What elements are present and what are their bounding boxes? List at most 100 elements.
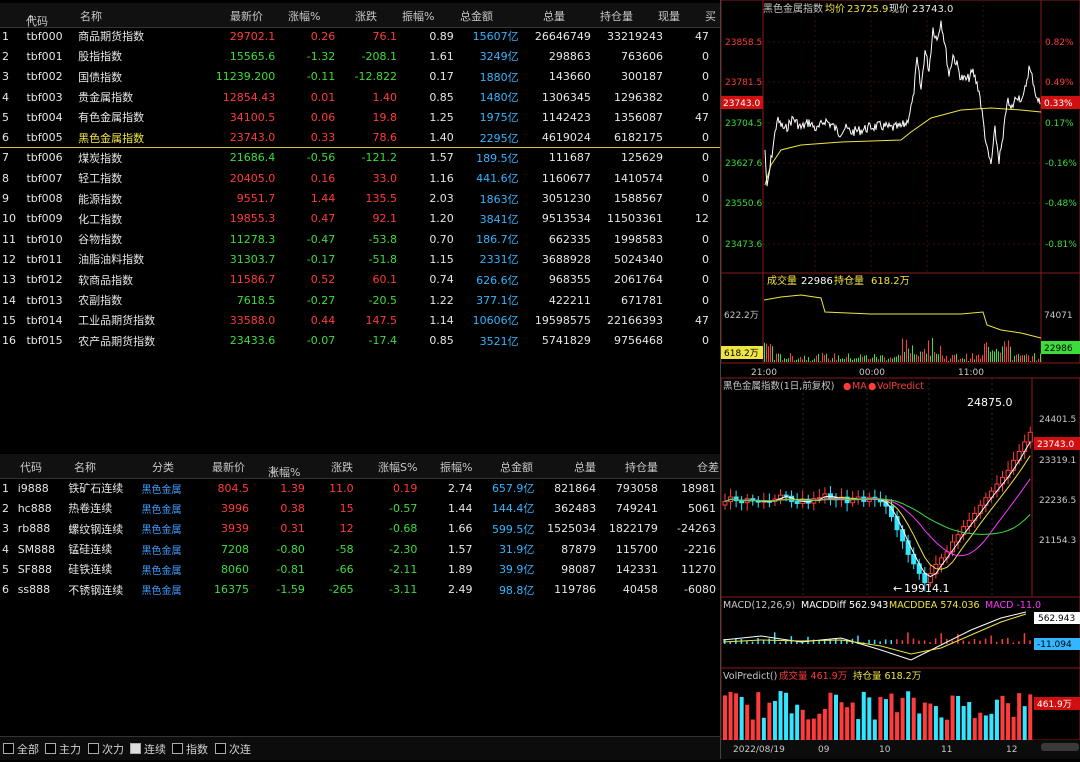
cell-chg-pct: 0.31 bbox=[280, 522, 305, 536]
table-row[interactable]: 12 tbf011 油脂油料指数 31303.7 -0.17 -51.8 1.15 2331亿… bbox=[0, 249, 720, 269]
candle-body bbox=[916, 563, 922, 574]
checkbox-continuous[interactable] bbox=[130, 743, 141, 754]
volume-bar bbox=[846, 356, 847, 362]
cell-oi: 749241 bbox=[615, 501, 658, 515]
col-header-vol[interactable]: 总量 bbox=[543, 8, 565, 24]
table-row[interactable]: 3 rb888 螺纹钢连续 黑色金属 3939 0.31 12 -0.68 1.66 599.5亿… bbox=[0, 519, 720, 539]
volpredict-bar bbox=[728, 691, 733, 740]
cell-oi: 40458 bbox=[622, 583, 658, 597]
volume-bar bbox=[932, 338, 933, 362]
checkbox-main[interactable] bbox=[45, 743, 56, 754]
volpredict-label[interactable]: VolPredict bbox=[877, 381, 924, 392]
volume-bar bbox=[778, 353, 779, 362]
table-row[interactable]: 4 tbf003 贵金属指数 12854.43 0.01 1.40 0.85 1480亿 130… bbox=[0, 87, 720, 107]
cell-chg: -58 bbox=[335, 542, 354, 556]
table-row[interactable]: 2 hc888 热卷连续 黑色金属 3996 0.38 15 -0.57 1.44 144.4亿 3… bbox=[0, 498, 720, 518]
cell-chg-pct: -0.47 bbox=[306, 232, 336, 246]
table-row[interactable]: 2 tbf001 股指指数 15565.6 -1.32 -208.1 1.61 3249亿 29… bbox=[0, 46, 720, 66]
col-header-oi-diff[interactable]: 仓差 bbox=[697, 459, 719, 475]
cell-chg-s: 0.19 bbox=[392, 481, 418, 495]
filter-index[interactable]: 指数 bbox=[172, 741, 208, 757]
col-header-amount[interactable]: 总金额 bbox=[460, 8, 493, 24]
table-row[interactable]: 5 tbf004 有色金属指数 34100.5 0.06 19.8 1.25 1975亿 114… bbox=[0, 107, 720, 127]
cell-chg-s: -3.11 bbox=[388, 583, 418, 597]
table-row[interactable]: 15 tbf014 工业品期货指数 33588.0 0.44 147.5 1.14 10606… bbox=[0, 310, 720, 330]
table-row[interactable]: 5 SF888 硅铁连续 黑色金属 8060 -0.81 -66 -2.11 1.89 39.9亿… bbox=[0, 559, 720, 579]
col-header-chg-pct[interactable]: 涨幅% bbox=[288, 8, 320, 24]
table-row[interactable]: 9 tbf008 能源指数 9551.7 1.44 135.5 2.03 1863亿 30512… bbox=[0, 188, 720, 208]
table-row[interactable]: 16 tbf015 农产品期货指数 23433.6 -0.07 -17.4 0.85 3521… bbox=[0, 330, 720, 350]
ma-label[interactable]: MA bbox=[852, 381, 867, 392]
intraday-pct-tick: -0.16% bbox=[1045, 159, 1077, 169]
cell-price: 3939 bbox=[220, 522, 249, 536]
cell-name: 股指指数 bbox=[78, 50, 123, 64]
col-header-cur[interactable]: 现量 bbox=[658, 8, 680, 24]
checkbox-next-continuous[interactable] bbox=[215, 743, 226, 754]
table-row[interactable]: 3 tbf002 国债指数 11239.200 -0.11 -12.822 0.17 1880… bbox=[0, 67, 720, 87]
row-number: 1 bbox=[2, 481, 9, 495]
table-row[interactable]: 11 tbf010 谷物指数 11278.3 -0.47 -53.8 0.70 186.7亿 6… bbox=[0, 229, 720, 249]
table-row[interactable]: 10 tbf009 化工指数 19855.3 0.47 92.1 1.20 3841亿 9513… bbox=[0, 209, 720, 229]
volume-bar bbox=[1024, 355, 1025, 362]
table-row[interactable]: 8 tbf007 轻工指数 20405.0 0.16 33.0 1.16 441.6亿 1160… bbox=[0, 168, 720, 188]
cell-amount: 1880亿 bbox=[479, 70, 519, 84]
col-header-name[interactable]: 名称 bbox=[74, 459, 96, 475]
checkbox-secondary[interactable] bbox=[88, 743, 99, 754]
row-number: 3 bbox=[2, 70, 9, 84]
col-header-price[interactable]: 最新价 bbox=[230, 8, 263, 24]
col-header-code[interactable]: 代码 bbox=[20, 459, 42, 475]
macd-diff-tag: 562.943 bbox=[1038, 614, 1075, 624]
col-header-category[interactable]: 分类 bbox=[152, 459, 174, 475]
row-number: 3 bbox=[2, 522, 9, 536]
cell-chg-pct: -1.59 bbox=[276, 583, 305, 597]
table-row[interactable]: 13 tbf012 软商品指数 11586.7 0.52 60.1 0.74 626.6亿 96… bbox=[0, 270, 720, 290]
macd-dea: MACDDEA 574.036 bbox=[889, 600, 980, 611]
filter-all[interactable]: 全部 bbox=[3, 741, 39, 757]
filter-continuous[interactable]: 连续 bbox=[130, 741, 166, 757]
table-row[interactable]: 6 ss888 不锈钢连续 黑色金属 16375 -1.59 -265 -3.11 2.49 98… bbox=[0, 579, 720, 599]
filter-main[interactable]: 主力 bbox=[45, 741, 81, 757]
macd-bar bbox=[1007, 637, 1009, 644]
volume-bar bbox=[790, 353, 791, 362]
col-header-amount[interactable]: 总金额 bbox=[500, 459, 533, 475]
table-row[interactable]: 14 tbf013 农副指数 7618.5 -0.27 -20.5 1.22 377.1亿 42… bbox=[0, 290, 720, 310]
checkbox-index[interactable] bbox=[172, 743, 183, 754]
filter-next-continuous[interactable]: 次连 bbox=[215, 741, 251, 757]
cell-vol: 5741829 bbox=[541, 334, 591, 348]
table-row[interactable]: 7 tbf006 煤炭指数 21686.4 -0.56 -121.2 1.57 189.5亿 1… bbox=[0, 148, 720, 168]
col-header-vol[interactable]: 总量 bbox=[574, 459, 596, 475]
cell-amount: 144.4亿 bbox=[491, 502, 535, 516]
col-header-amp[interactable]: 振幅% bbox=[440, 459, 472, 475]
cell-amp: 1.44 bbox=[447, 501, 473, 515]
col-header-oi[interactable]: 持仓量 bbox=[600, 8, 633, 24]
cell-vol: 111687 bbox=[548, 151, 591, 165]
volume-bar bbox=[864, 355, 865, 362]
col-header-chg[interactable]: 涨跌 bbox=[331, 459, 353, 475]
table-row[interactable]: 1 tbf000 商品期货指数 29702.1 0.26 76.1 0.89 15607亿 26… bbox=[0, 26, 720, 46]
col-header-bid[interactable]: 买 bbox=[705, 8, 716, 24]
col-header-amp[interactable]: 振幅% bbox=[402, 8, 434, 24]
charts-svg[interactable]: 黑色金属指数 均价 23725.9 现价 23743.0 23858.5 0.82… bbox=[720, 0, 1080, 759]
col-header-name[interactable]: 名称 bbox=[80, 8, 102, 24]
col-header-oi[interactable]: 持仓量 bbox=[625, 459, 658, 475]
vp-label: VolPredict() bbox=[723, 671, 777, 682]
checkbox-all[interactable] bbox=[3, 743, 14, 754]
vp-volume: 成交量 461.9万 bbox=[779, 670, 847, 682]
volume-bar bbox=[952, 354, 953, 362]
table-row[interactable]: 4 SM888 锰硅连续 黑色金属 7208 -0.80 -58 -2.30 1.57 31.9亿… bbox=[0, 539, 720, 559]
table-row[interactable]: 6 tbf005 黑色金属指数 23743.0 0.33 78.6 1.40 2295亿 461… bbox=[0, 127, 720, 147]
cell-price: 15565.6 bbox=[229, 49, 276, 63]
filter-secondary[interactable]: 次力 bbox=[88, 741, 124, 757]
chart-scrollbar[interactable] bbox=[1041, 743, 1079, 751]
volume-bar bbox=[822, 353, 823, 362]
row-number: 9 bbox=[2, 192, 9, 206]
col-header-chg-s[interactable]: 涨幅S% bbox=[378, 459, 417, 475]
volume-bar bbox=[766, 343, 767, 362]
volume-bar bbox=[800, 356, 801, 362]
cell-oi: 1588567 bbox=[614, 192, 664, 206]
cell-amp: 0.89 bbox=[429, 29, 454, 43]
col-header-price[interactable]: 最新价 bbox=[212, 459, 245, 475]
table-row[interactable]: 1 i9888 铁矿石连续 黑色金属 804.5 1.39 11.0 0.19 2.74 657.… bbox=[0, 478, 720, 498]
col-header-chg[interactable]: 涨跌 bbox=[355, 8, 377, 24]
cell-oi: 115700 bbox=[615, 542, 658, 556]
